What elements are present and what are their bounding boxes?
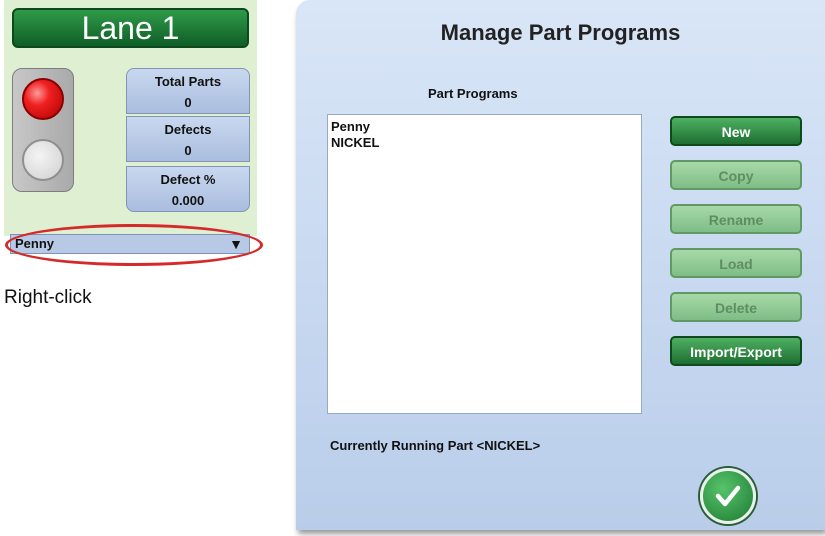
off-light-icon xyxy=(22,139,64,181)
copy-button[interactable]: Copy xyxy=(670,160,802,190)
total-parts-value: 0 xyxy=(184,95,192,110)
defects-value: 0 xyxy=(184,143,192,158)
program-list-label: Part Programs xyxy=(428,86,518,101)
dialog-title: Manage Part Programs xyxy=(440,20,681,45)
red-light-icon xyxy=(22,78,64,120)
total-parts-box: Total Parts 0 xyxy=(126,68,250,114)
defect-percent-value: 0.000 xyxy=(171,193,205,208)
lane-title: Lane 1 xyxy=(12,8,249,48)
load-button[interactable]: Load xyxy=(670,248,802,278)
import-export-button[interactable]: Import/Export xyxy=(670,336,802,366)
new-button[interactable]: New xyxy=(670,116,802,146)
part-program-selected: Penny xyxy=(15,236,55,251)
defects-label: Defects xyxy=(164,122,212,137)
list-item[interactable]: NICKEL xyxy=(331,135,638,151)
manage-part-programs-dialog: Manage Part Programs Part Programs Penny… xyxy=(296,0,825,530)
program-list[interactable]: Penny NICKEL xyxy=(327,114,642,414)
dropdown-arrow-icon[interactable]: ▼ xyxy=(229,235,243,253)
rename-button[interactable]: Rename xyxy=(670,204,802,234)
running-part-status: Currently Running Part <NICKEL> xyxy=(330,438,541,453)
list-item[interactable]: Penny xyxy=(331,119,638,135)
part-program-dropdown[interactable]: Penny ▼ xyxy=(10,234,250,254)
defect-percent-label: Defect % xyxy=(160,172,216,187)
total-parts-label: Total Parts xyxy=(154,74,222,89)
delete-button[interactable]: Delete xyxy=(670,292,802,322)
defect-percent-box: Defect % 0.000 xyxy=(126,166,250,212)
checkmark-icon xyxy=(715,485,741,507)
stack-light xyxy=(12,68,74,192)
ok-button[interactable] xyxy=(700,468,756,524)
caption-right-click: Right-click xyxy=(4,287,92,308)
defects-box: Defects 0 xyxy=(126,116,250,162)
lane-panel: Lane 1 Total Parts 0 Defects 0 Defect % … xyxy=(4,0,257,236)
